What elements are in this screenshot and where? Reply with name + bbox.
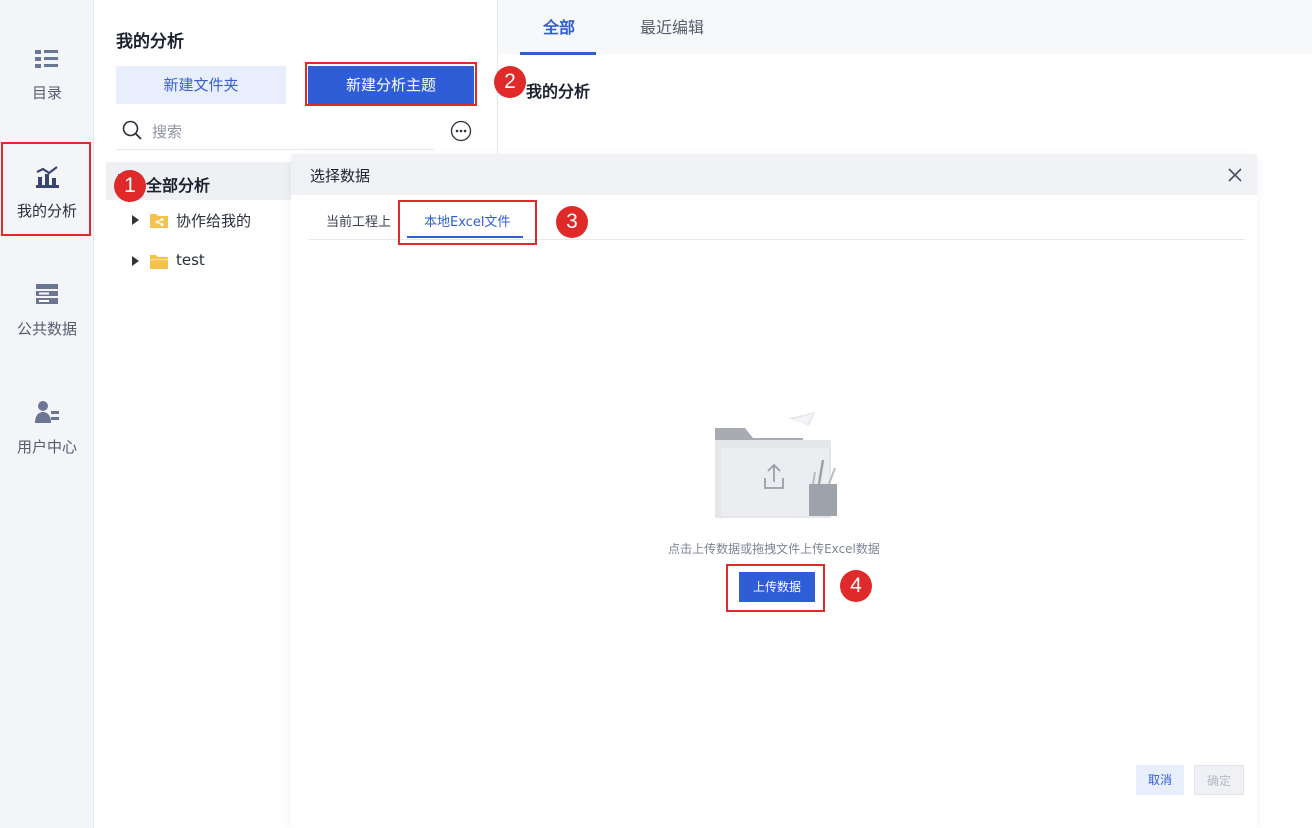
tree-item-shared-with-me[interactable]: 协作给我的: [128, 207, 288, 235]
step-badge-2: 2: [494, 66, 526, 98]
tree-item-label: test: [176, 251, 205, 269]
cancel-button[interactable]: 取消: [1136, 765, 1184, 795]
left-nav: 目录 我的分析 公共数据 用户中心: [0, 0, 94, 828]
upload-hint: 点击上传数据或拖拽文件上传Excel数据: [668, 542, 880, 556]
search-input[interactable]: 搜索: [116, 116, 434, 150]
tab-recent-edit[interactable]: 最近编辑: [640, 14, 704, 38]
select-data-dialog: 选择数据 当前工程上 本地Excel文件 点击上传数据或拖拽文件上传Excel数…: [291, 154, 1257, 828]
highlight-box-upload: [726, 564, 825, 612]
nav-item-catalog[interactable]: 目录: [0, 30, 94, 122]
empty-folder-upload-icon: [715, 412, 837, 518]
new-folder-button[interactable]: 新建文件夹: [116, 66, 286, 104]
highlight-box-new-theme: [305, 62, 477, 106]
tab-current-project[interactable]: 当前工程上: [326, 211, 391, 230]
tree-item-label: 协作给我的: [176, 212, 252, 230]
nav-item-label: 用户中心: [16, 438, 77, 456]
shared-folder-icon: [150, 214, 168, 228]
sidebar-title: 我的分析: [116, 32, 184, 52]
tree-root-label: 全部分析: [146, 176, 211, 195]
search-icon: [122, 120, 142, 140]
main-tabs: 全部 最近编辑: [498, 0, 1312, 55]
user-center-icon: [35, 401, 59, 423]
tree-item-test[interactable]: test: [128, 248, 248, 276]
folder-icon: [150, 255, 168, 269]
step-badge-4: 4: [840, 570, 872, 602]
nav-item-label: 公共数据: [16, 320, 77, 338]
public-data-icon: [36, 284, 58, 304]
highlight-box-excel-tab: [398, 200, 537, 245]
search-placeholder: 搜索: [152, 123, 183, 141]
nav-item-label: 目录: [31, 84, 62, 102]
nav-item-public-data[interactable]: 公共数据: [0, 266, 94, 358]
section-title: 我的分析: [526, 82, 591, 101]
expand-arrow-icon[interactable]: [132, 256, 139, 266]
active-tab-indicator: [520, 52, 596, 55]
dialog-title: 选择数据: [310, 167, 371, 185]
more-options-icon[interactable]: [450, 120, 472, 142]
confirm-button[interactable]: 确定: [1194, 765, 1244, 795]
step-badge-1: 1: [114, 170, 146, 202]
expand-arrow-icon[interactable]: [132, 215, 139, 225]
step-badge-3: 3: [556, 206, 588, 238]
tab-all[interactable]: 全部: [543, 14, 575, 38]
dialog-header: 选择数据: [291, 154, 1257, 195]
highlight-box-nav: [1, 142, 91, 236]
close-icon[interactable]: [1225, 165, 1245, 185]
catalog-icon: [35, 50, 58, 68]
nav-item-user-center[interactable]: 用户中心: [0, 384, 94, 476]
